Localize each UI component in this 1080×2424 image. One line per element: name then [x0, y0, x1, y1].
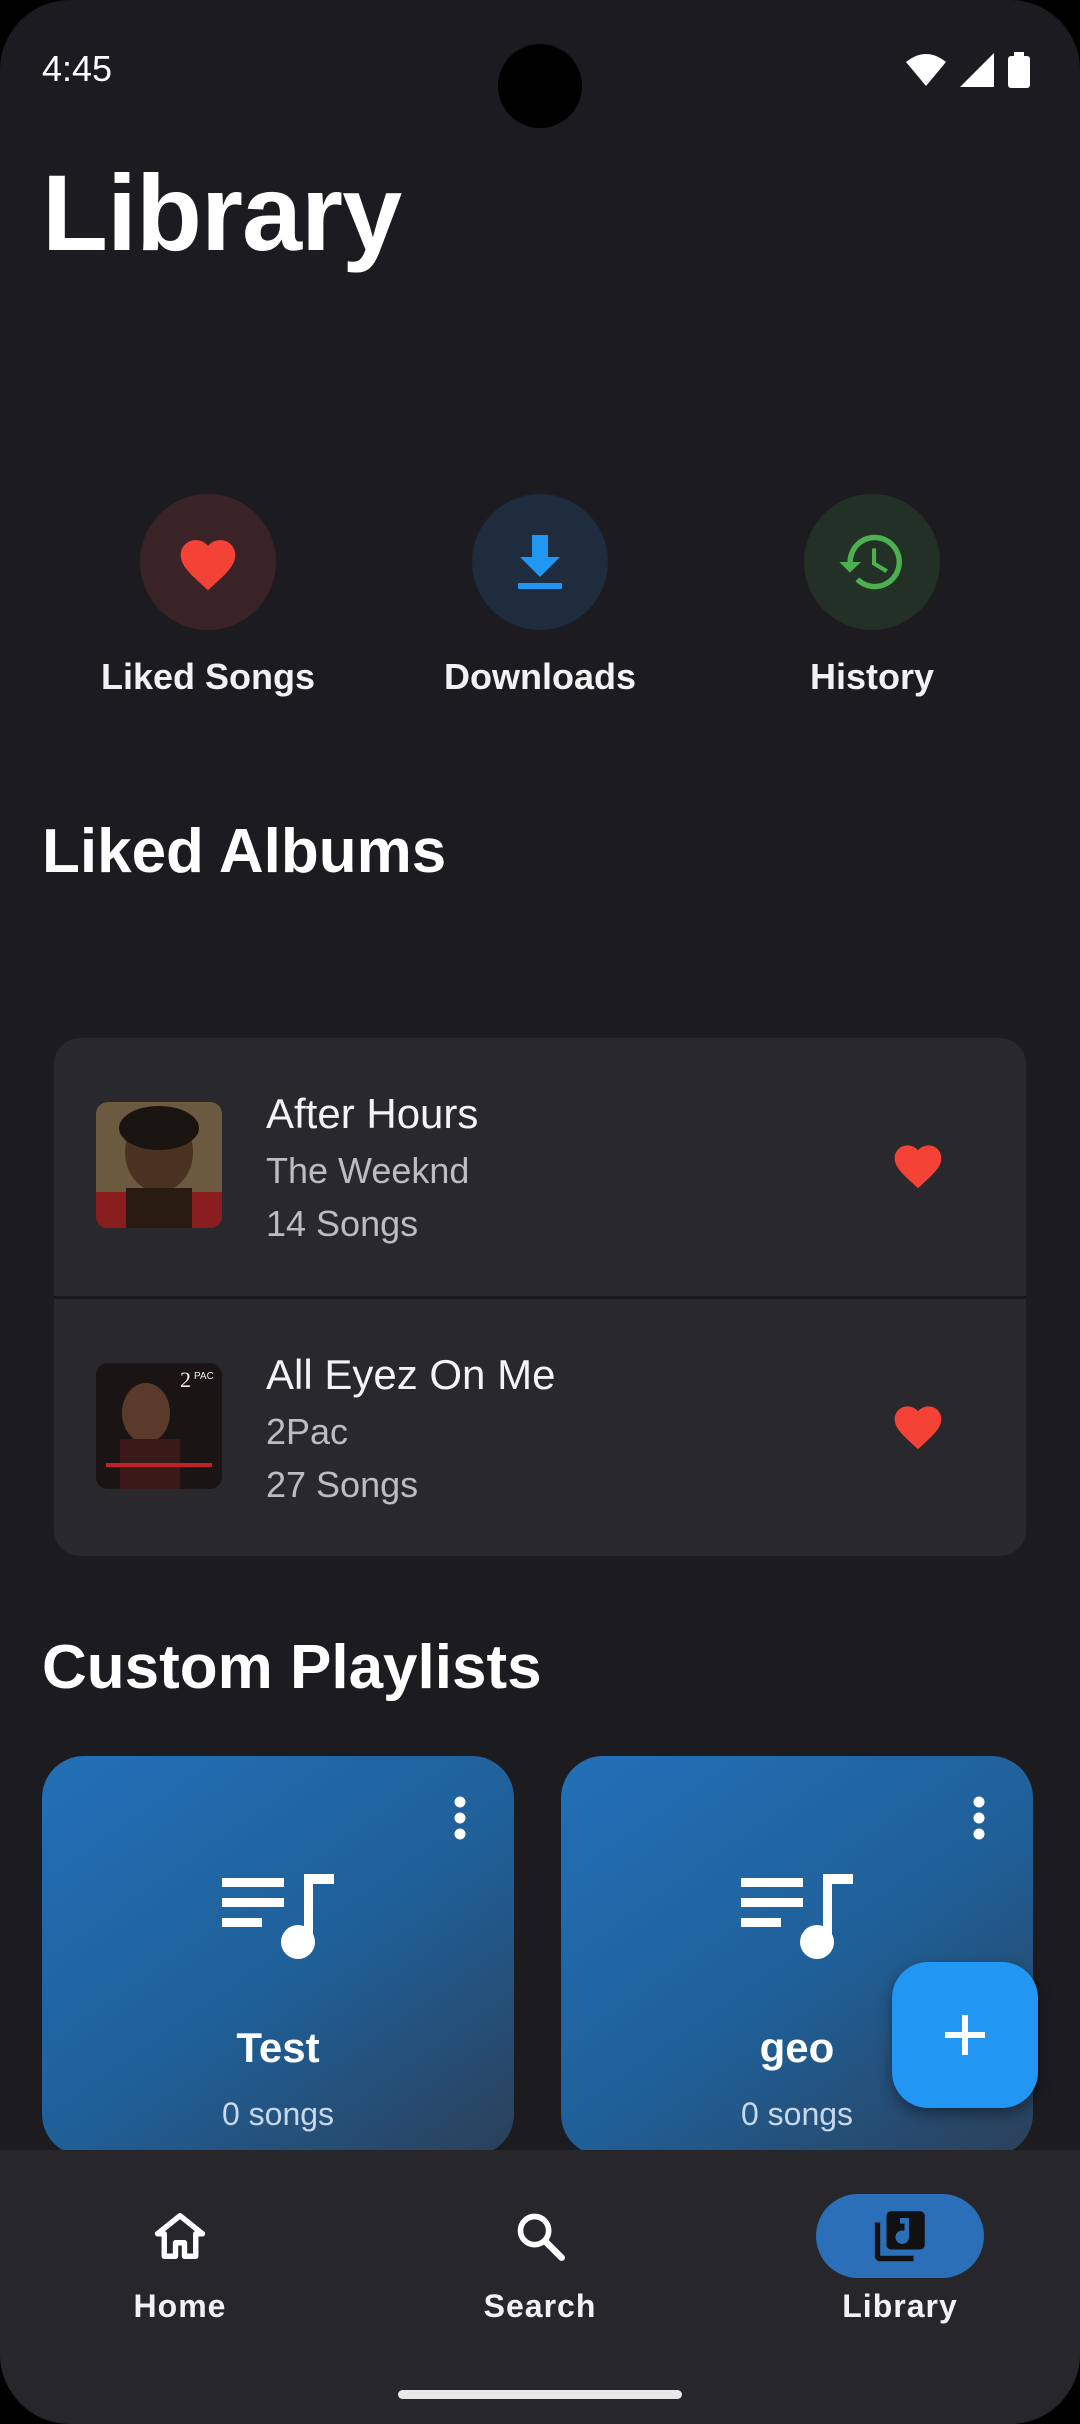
playlist-music-icon [222, 1874, 334, 1959]
liked-songs-button[interactable]: Liked Songs [58, 494, 358, 698]
album-song-count: 14 Songs [266, 1203, 419, 1244]
liked-songs-circle [140, 494, 276, 630]
heart-icon[interactable] [890, 1138, 946, 1190]
more-vert-icon[interactable] [454, 1796, 466, 1840]
nav-search[interactable]: Search [390, 2194, 690, 2325]
library-icon [874, 2211, 925, 2262]
camera-cutout [498, 44, 582, 128]
downloads-circle [472, 494, 608, 630]
more-vert-icon[interactable] [973, 1796, 985, 1840]
gesture-home-bar[interactable] [398, 2390, 682, 2399]
playlist-music-icon [741, 1874, 853, 1959]
home-icon [154, 2213, 206, 2259]
album-artist: 2Pac [266, 1411, 349, 1452]
svg-text:PAC: PAC [194, 1371, 214, 1382]
nav-library-active-pill [816, 2194, 984, 2278]
album-title: All Eyez On Me [266, 1351, 556, 1398]
status-icons [906, 52, 1030, 88]
signal-icon [960, 53, 994, 87]
liked-albums-heading: Liked Albums [42, 817, 447, 886]
nav-home-label: Home [133, 2288, 227, 2324]
battery-icon [1008, 52, 1030, 88]
playlist-card[interactable]: Test 0 songs [42, 1756, 514, 2156]
nav-library-label: Library [842, 2288, 958, 2324]
nav-library[interactable]: Library [750, 2194, 1050, 2325]
heart-icon [180, 540, 236, 591]
playlist-name: Test [236, 2024, 320, 2071]
liked-albums-list: After Hours The Weeknd 14 Songs 2 PAC Al… [54, 1038, 1026, 1556]
download-icon [518, 535, 562, 589]
history-label: History [809, 656, 935, 697]
album-title: After Hours [266, 1090, 479, 1137]
add-playlist-button[interactable] [892, 1962, 1038, 2108]
album-cover: 2 PAC [96, 1363, 222, 1489]
liked-songs-label: Liked Songs [100, 656, 316, 697]
album-artist: The Weeknd [266, 1150, 470, 1191]
custom-playlists-heading: Custom Playlists [42, 1633, 542, 1702]
svg-text:2: 2 [180, 1367, 191, 1392]
heart-icon[interactable] [890, 1399, 946, 1451]
album-row[interactable]: 2 PAC All Eyez On Me 2Pac 27 Songs [54, 1296, 1026, 1556]
album-cover [96, 1102, 222, 1228]
playlist-song-count: 0 songs [221, 2096, 335, 2132]
downloads-button[interactable]: Downloads [390, 494, 690, 698]
album-row[interactable]: After Hours The Weeknd 14 Songs [54, 1038, 1026, 1296]
plus-icon [945, 2015, 985, 2055]
history-circle [804, 494, 940, 630]
nav-home[interactable]: Home [30, 2194, 330, 2325]
history-icon [839, 534, 902, 590]
wifi-icon [906, 54, 946, 86]
bottom-navigation: Home Search Library [0, 2150, 1080, 2424]
album-song-count: 27 Songs [266, 1464, 419, 1505]
nav-search-label: Search [483, 2288, 597, 2324]
page-title: Library [42, 152, 402, 273]
downloads-label: Downloads [443, 656, 636, 697]
search-icon [517, 2213, 565, 2261]
app-screen: 4:45 Library Liked Songs Downloads Histo… [0, 0, 1080, 2424]
status-time: 4:45 [42, 48, 113, 89]
history-button[interactable]: History [722, 494, 1022, 698]
